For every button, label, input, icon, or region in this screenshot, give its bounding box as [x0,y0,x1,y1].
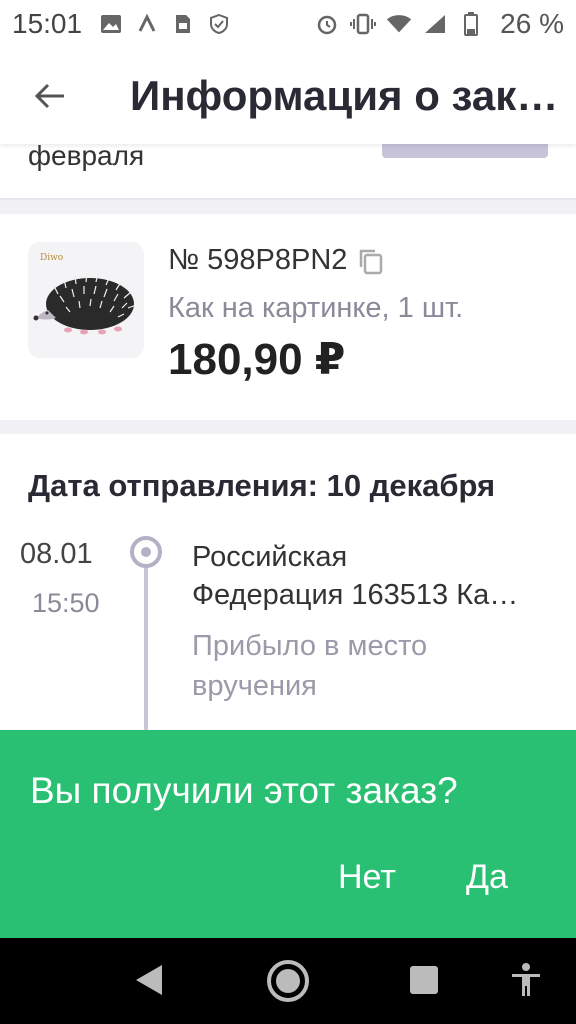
accessibility-icon[interactable] [508,962,544,998]
product-image[interactable]: Diwo [28,242,144,358]
confirm-received-banner: Вы получили этот заказ? Нет Да [0,730,576,938]
product-card[interactable]: Diwo № 598P8PN2 Как на картинке, 1 шт. 1… [0,214,576,420]
shield-icon [206,11,232,37]
screen: 15:01 26 % Информация о заказе февраля D… [0,0,576,1024]
battery-percent: 26 % [500,8,564,39]
order-number-row: № 598P8PN2 [168,244,385,277]
no-button[interactable]: Нет [338,858,396,897]
nav-back-icon[interactable] [132,963,166,997]
event-time: 15:50 [32,588,100,618]
page-title: Информация о заказе [130,72,570,119]
ship-date: Дата отправления: 10 декабря [28,468,496,503]
nav-recents-icon[interactable] [410,966,438,994]
event-location-line1: Российская [192,541,348,573]
vibrate-icon [350,11,377,37]
event-location: Российская Федерация 163513 Ка… [192,538,552,614]
status-time: 15:01 [12,8,83,39]
sim-icon [170,11,196,37]
copy-icon[interactable] [357,247,385,275]
arrow-left-icon [34,83,64,109]
yes-button[interactable]: Да [466,858,508,897]
order-number: № 598P8PN2 [168,244,348,276]
date-card-button[interactable] [382,144,548,158]
timeline-dot [130,536,162,568]
hedgehog-image: Diwo [28,242,144,358]
confirm-question: Вы получили этот заказ? [30,770,458,811]
event-location-line2: Федерация 163513 Ка… [192,579,519,611]
status-right-group: 26 % [314,8,564,40]
product-price: 180,90 ₽ [168,335,346,384]
timeline-line [144,568,148,738]
status-bar: 15:01 26 % [0,0,576,48]
nav-home-icon[interactable] [267,960,309,1002]
alarm-icon [314,11,340,37]
image-icon [98,11,124,37]
tracking-card: Дата отправления: 10 декабря 08.01 15:50… [0,434,576,738]
battery-icon [458,11,484,37]
date-card: февраля [0,140,576,200]
event-date: 08.01 [20,538,93,570]
svg-text:Diwo: Diwo [40,253,63,263]
product-variant: Как на картинке, 1 шт. [168,292,464,324]
date-card-text: февраля [28,140,145,171]
wifi-icon [386,11,412,37]
app-icon [134,11,160,37]
app-bar: Информация о заказе [0,48,576,144]
back-button[interactable] [0,48,100,144]
signal-icon [422,11,448,37]
event-status: Прибыло в место вручения [192,630,428,702]
system-nav-bar [0,938,576,1024]
